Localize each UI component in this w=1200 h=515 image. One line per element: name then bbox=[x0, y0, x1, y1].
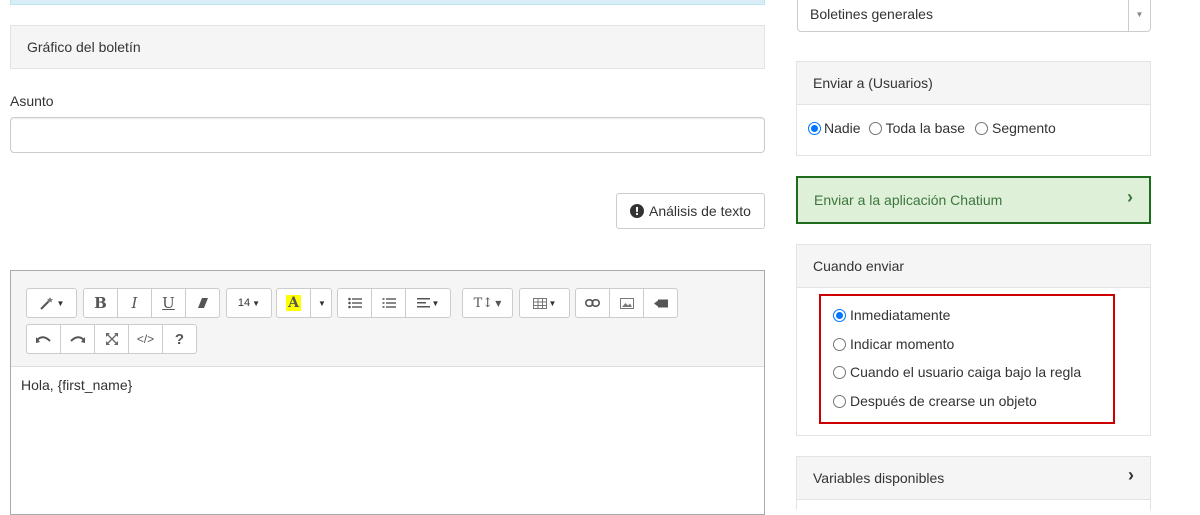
link-button[interactable] bbox=[575, 288, 610, 318]
radio-label: Inmediatamente bbox=[850, 307, 951, 323]
ordered-list-button[interactable] bbox=[371, 288, 406, 318]
picture-icon bbox=[619, 297, 634, 309]
radio-button[interactable] bbox=[833, 308, 846, 322]
ordered-list-icon bbox=[382, 298, 396, 308]
radio-button[interactable] bbox=[833, 337, 846, 351]
chevron-right-icon: › bbox=[1127, 187, 1133, 207]
graphic-heading-label: Gráfico del boletín bbox=[27, 39, 141, 55]
unordered-list-button[interactable] bbox=[337, 288, 372, 318]
table-icon bbox=[532, 297, 547, 309]
font-size-dropdown[interactable]: 14 ▼ bbox=[226, 288, 272, 318]
send-to-chatium-app[interactable]: Enviar a la aplicación Chatium › bbox=[796, 176, 1151, 224]
text-analysis-label: Análisis de texto bbox=[649, 203, 751, 219]
italic-icon[interactable]: I bbox=[117, 288, 152, 318]
caret-icon: ▼ bbox=[318, 298, 326, 308]
radio-label: Segmento bbox=[992, 120, 1056, 136]
caret-icon: ▼ bbox=[548, 298, 557, 308]
variables-panel-body bbox=[796, 500, 1151, 510]
help-button[interactable]: ? bbox=[162, 324, 197, 354]
caret-icon: ▼ bbox=[252, 298, 261, 308]
align-icon bbox=[416, 298, 430, 308]
link-icon bbox=[585, 299, 600, 307]
variables-label: Variables disponibles bbox=[813, 470, 945, 486]
radio-inmediatamente[interactable]: Inmediatamente bbox=[833, 307, 950, 323]
radio-button[interactable] bbox=[833, 394, 846, 408]
redo-button[interactable] bbox=[60, 324, 95, 354]
radio-label: Después de crearse un objeto bbox=[850, 393, 1037, 409]
editor-content[interactable]: Hola, {first_name} bbox=[21, 377, 132, 393]
radio-nadie[interactable]: Nadie bbox=[808, 120, 861, 136]
radio-segmento[interactable]: Segmento bbox=[975, 120, 1056, 136]
help-icon: ? bbox=[174, 330, 185, 348]
radio-label: Cuando el usuario caiga bajo la regla bbox=[850, 364, 1082, 380]
align-dropdown[interactable]: ▼ bbox=[405, 288, 451, 318]
picture-button[interactable] bbox=[609, 288, 644, 318]
subject-input[interactable] bbox=[10, 117, 765, 153]
highlight-dropdown[interactable]: ▼ bbox=[310, 288, 332, 318]
radio-label: Nadie bbox=[824, 120, 861, 136]
style-dropdown-button[interactable]: ▼ bbox=[26, 288, 77, 318]
radio-cuando-regla[interactable]: Cuando el usuario caiga bajo la regla bbox=[833, 364, 1081, 380]
undo-icon bbox=[36, 335, 51, 343]
caret-icon: ▼ bbox=[431, 298, 440, 308]
select-arrow-icon: ▼ bbox=[1128, 0, 1150, 31]
info-strip bbox=[10, 0, 765, 5]
subject-label: Asunto bbox=[10, 93, 54, 109]
underline-icon[interactable]: U bbox=[151, 288, 186, 318]
fullscreen-icon bbox=[105, 333, 118, 345]
radio-button[interactable] bbox=[833, 365, 846, 379]
redo-icon bbox=[70, 335, 85, 343]
when-send-heading-label: Cuando enviar bbox=[813, 258, 905, 274]
caret-icon: ▼ bbox=[495, 298, 502, 308]
send-to-heading: Enviar a (Usuarios) bbox=[796, 61, 1151, 105]
chevron-right-icon: › bbox=[1128, 465, 1134, 485]
radio-label: Indicar momento bbox=[850, 336, 955, 352]
send-to-options: Nadie Toda la base Segmento bbox=[808, 120, 1056, 136]
editor-toolbar: ▼ B I U 14 ▼ A ▼ ▼ T↕ ▼ ▼ </> ? bbox=[11, 271, 764, 367]
bulletin-select[interactable]: Boletines generales ▼ bbox=[797, 0, 1151, 32]
radio-button[interactable] bbox=[808, 121, 821, 135]
rich-text-editor: ▼ B I U 14 ▼ A ▼ ▼ T↕ ▼ ▼ </> ? Hola, {f… bbox=[10, 270, 765, 515]
eraser-icon bbox=[197, 298, 208, 308]
radio-label: Toda la base bbox=[885, 120, 965, 136]
caret-icon: ▼ bbox=[56, 298, 65, 308]
graphic-panel-heading[interactable]: Gráfico del boletín bbox=[10, 25, 765, 69]
text-height-icon: T↕ bbox=[473, 295, 494, 311]
undo-button[interactable] bbox=[26, 324, 61, 354]
unordered-list-icon bbox=[347, 297, 362, 309]
code-view-icon: </> bbox=[136, 332, 155, 346]
magic-wand-icon bbox=[39, 297, 53, 310]
radio-button[interactable] bbox=[868, 121, 882, 135]
send-to-heading-label: Enviar a (Usuarios) bbox=[813, 75, 933, 91]
text-analysis-button[interactable]: ! Análisis de texto bbox=[616, 193, 765, 229]
bulletin-select-value: Boletines generales bbox=[810, 6, 933, 22]
video-button[interactable] bbox=[643, 288, 678, 318]
font-size-value: 14 bbox=[237, 297, 251, 309]
when-send-heading: Cuando enviar bbox=[796, 244, 1151, 288]
radio-button[interactable] bbox=[975, 121, 988, 135]
exclamation-icon: ! bbox=[630, 204, 645, 218]
available-variables-panel[interactable]: Variables disponibles › bbox=[796, 456, 1151, 500]
code-view-button[interactable]: </> bbox=[128, 324, 163, 354]
highlight-button[interactable]: A bbox=[276, 288, 311, 318]
video-icon bbox=[653, 299, 668, 307]
send-to-panel: Enviar a (Usuarios) Nadie Toda la base S… bbox=[796, 61, 1151, 156]
highlight-icon: A bbox=[286, 295, 301, 311]
chatium-label: Enviar a la aplicación Chatium bbox=[814, 192, 1003, 208]
bold-icon[interactable]: B bbox=[83, 288, 118, 318]
eraser-button[interactable] bbox=[185, 288, 220, 318]
fullscreen-button[interactable] bbox=[94, 324, 129, 354]
radio-despues-objeto[interactable]: Después de crearse un objeto bbox=[833, 393, 1037, 409]
text-height-dropdown[interactable]: T↕ ▼ bbox=[462, 288, 513, 318]
radio-indicar-momento[interactable]: Indicar momento bbox=[833, 336, 954, 352]
radio-toda-la-base[interactable]: Toda la base bbox=[868, 120, 965, 136]
table-dropdown[interactable]: ▼ bbox=[519, 288, 570, 318]
